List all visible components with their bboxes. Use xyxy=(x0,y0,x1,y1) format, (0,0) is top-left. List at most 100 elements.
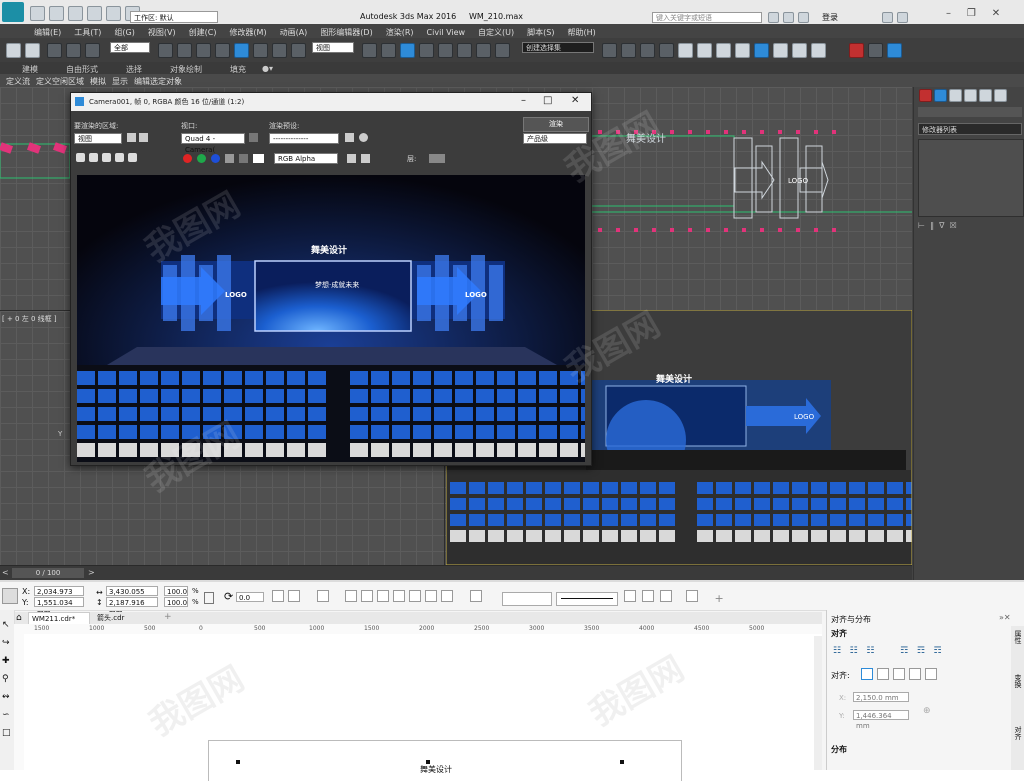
align-center-h-icon[interactable]: ☷ xyxy=(850,646,858,656)
ribbon-command[interactable]: 定义流 xyxy=(6,77,30,86)
align-icon[interactable] xyxy=(621,43,636,58)
freehand-tool-icon[interactable]: ↭ xyxy=(2,688,11,706)
toggle-overlay-icon[interactable] xyxy=(361,154,370,163)
redo-tool-icon[interactable] xyxy=(25,43,40,58)
selection-filter-dropdown[interactable]: 全部 xyxy=(110,42,150,53)
render-iterative-icon[interactable] xyxy=(792,43,807,58)
clear-image-icon[interactable] xyxy=(128,153,137,162)
menu-item[interactable]: 修改器(M) xyxy=(229,28,266,37)
align-bottom-icon[interactable]: ☶ xyxy=(934,646,942,656)
height-field[interactable]: 2,187.916 mm xyxy=(106,597,158,617)
render-maximize-icon[interactable]: □ xyxy=(543,95,552,106)
side-tab-properties[interactable]: 属性 xyxy=(1013,630,1023,644)
align-to-active-icon[interactable] xyxy=(861,668,873,680)
render-setup-icon[interactable] xyxy=(735,43,750,58)
break-apart-icon[interactable] xyxy=(409,590,422,602)
ungroup-all-icon[interactable] xyxy=(377,590,390,602)
ribbon-tab[interactable]: 选择 xyxy=(126,65,142,74)
auto-region-icon[interactable] xyxy=(139,133,148,142)
ribbon-command[interactable]: 显示 xyxy=(112,77,128,86)
docker-close-icon[interactable]: »✕ xyxy=(999,613,1011,622)
drawing-canvas[interactable]: 舞美设计 我图网 我图网 xyxy=(24,634,822,781)
layer-icon[interactable] xyxy=(640,43,655,58)
menu-item[interactable]: 视图(V) xyxy=(148,28,176,37)
undo-tool-icon[interactable] xyxy=(6,43,21,58)
align-icon[interactable] xyxy=(316,590,329,602)
vertical-scrollbar[interactable] xyxy=(814,636,822,770)
window-crossing-icon[interactable] xyxy=(215,43,230,58)
binoculars-icon[interactable] xyxy=(768,12,779,23)
menu-item[interactable]: 帮助(H) xyxy=(567,28,595,37)
link-icon[interactable] xyxy=(46,43,62,58)
remove-modifier-icon[interactable]: ☒ xyxy=(950,221,957,230)
blue-channel-icon[interactable] xyxy=(211,154,220,163)
restore-icon[interactable]: ❐ xyxy=(967,8,976,19)
copy-image-icon[interactable] xyxy=(89,153,98,162)
menu-item[interactable]: 图形编辑器(D) xyxy=(320,28,372,37)
tab-wm211[interactable]: WM211.cdr* xyxy=(28,612,90,624)
make-unique-icon[interactable]: ∇ xyxy=(939,221,944,230)
particle-icon[interactable] xyxy=(887,43,903,58)
unlink-icon[interactable] xyxy=(65,43,81,58)
align-center-v-icon[interactable]: ☶ xyxy=(917,646,925,656)
render-preset-dropdown[interactable]: -------------- xyxy=(269,133,339,144)
place-icon[interactable] xyxy=(291,43,306,58)
rotation-field[interactable]: 0.0 xyxy=(236,592,264,602)
menu-item[interactable]: 渲染(R) xyxy=(386,28,414,37)
align-to-point-icon[interactable] xyxy=(925,668,937,680)
add-icon[interactable]: + xyxy=(715,592,724,605)
align-top-icon[interactable]: ☶ xyxy=(900,646,908,656)
toggle-ui-icon[interactable] xyxy=(347,154,356,163)
scale-icon[interactable] xyxy=(272,43,287,58)
menu-item[interactable]: 工具(T) xyxy=(74,28,101,37)
curve-editor-icon[interactable] xyxy=(678,43,693,58)
combine-icon[interactable] xyxy=(393,590,406,602)
crop-tool-icon[interactable]: ✚ xyxy=(2,652,11,670)
select-by-name-icon[interactable] xyxy=(177,43,192,58)
time-prev-icon[interactable]: < xyxy=(2,568,10,578)
lock-viewport-icon[interactable] xyxy=(249,133,258,142)
motion-tab-icon[interactable] xyxy=(964,89,977,102)
align-to-page-center-icon[interactable] xyxy=(893,668,905,680)
render-cloud-icon[interactable] xyxy=(811,43,826,58)
minimize-icon[interactable]: – xyxy=(946,8,951,19)
ungroup-icon[interactable] xyxy=(361,590,374,602)
new-file-icon[interactable] xyxy=(30,6,45,21)
ribbon-tab[interactable]: 对象绘制 xyxy=(170,65,202,74)
weld-icon[interactable] xyxy=(425,590,438,602)
time-slider-thumb[interactable]: 0 / 100 xyxy=(12,568,84,578)
utilities-tab-icon[interactable] xyxy=(994,89,1007,102)
selection-handle-1[interactable] xyxy=(236,760,240,764)
schematic-icon[interactable] xyxy=(697,43,712,58)
snap-icon[interactable] xyxy=(419,43,434,58)
max-app-icon[interactable] xyxy=(2,2,24,22)
create-tab-icon[interactable] xyxy=(919,89,932,102)
modifier-list-dropdown[interactable]: 修改器列表 xyxy=(918,123,1022,135)
home-icon[interactable]: ⌂ xyxy=(16,613,22,623)
line-style-dropdown[interactable] xyxy=(556,592,618,606)
ribbon-tab[interactable]: 建模 xyxy=(22,65,38,74)
clone-frame-icon[interactable] xyxy=(102,153,111,162)
show-end-icon[interactable]: ‖ xyxy=(930,221,934,230)
ribbon-tab[interactable]: 填充 xyxy=(230,65,246,74)
exchange-icon[interactable] xyxy=(882,12,893,23)
close-icon[interactable]: ✕ xyxy=(992,8,1000,19)
ribbon-command[interactable]: 编辑选定对象 xyxy=(134,77,182,86)
to-back-icon[interactable] xyxy=(642,590,654,602)
menu-item[interactable]: 组(G) xyxy=(114,28,134,37)
save-icon[interactable] xyxy=(68,6,83,21)
rendered-frame-icon[interactable] xyxy=(754,43,769,58)
display-tab-icon[interactable] xyxy=(979,89,992,102)
pivot-icon[interactable] xyxy=(362,43,377,58)
save-image-icon[interactable] xyxy=(76,153,85,162)
character-studio-icon[interactable] xyxy=(849,43,865,58)
render-minimize-icon[interactable]: – xyxy=(521,95,526,106)
print-image-icon[interactable] xyxy=(115,153,124,162)
ribbon-toggle-icon[interactable] xyxy=(659,43,674,58)
x-position-field[interactable]: 2,034.973 mm xyxy=(34,586,84,606)
outline-width-dropdown[interactable] xyxy=(502,592,552,606)
login-link[interactable]: 登录 xyxy=(822,12,838,23)
scale-height-field[interactable]: 100.0 xyxy=(164,597,188,607)
align-x-field[interactable]: 2,150.0 mm xyxy=(853,692,909,702)
alpha-channel-icon[interactable] xyxy=(225,154,234,163)
